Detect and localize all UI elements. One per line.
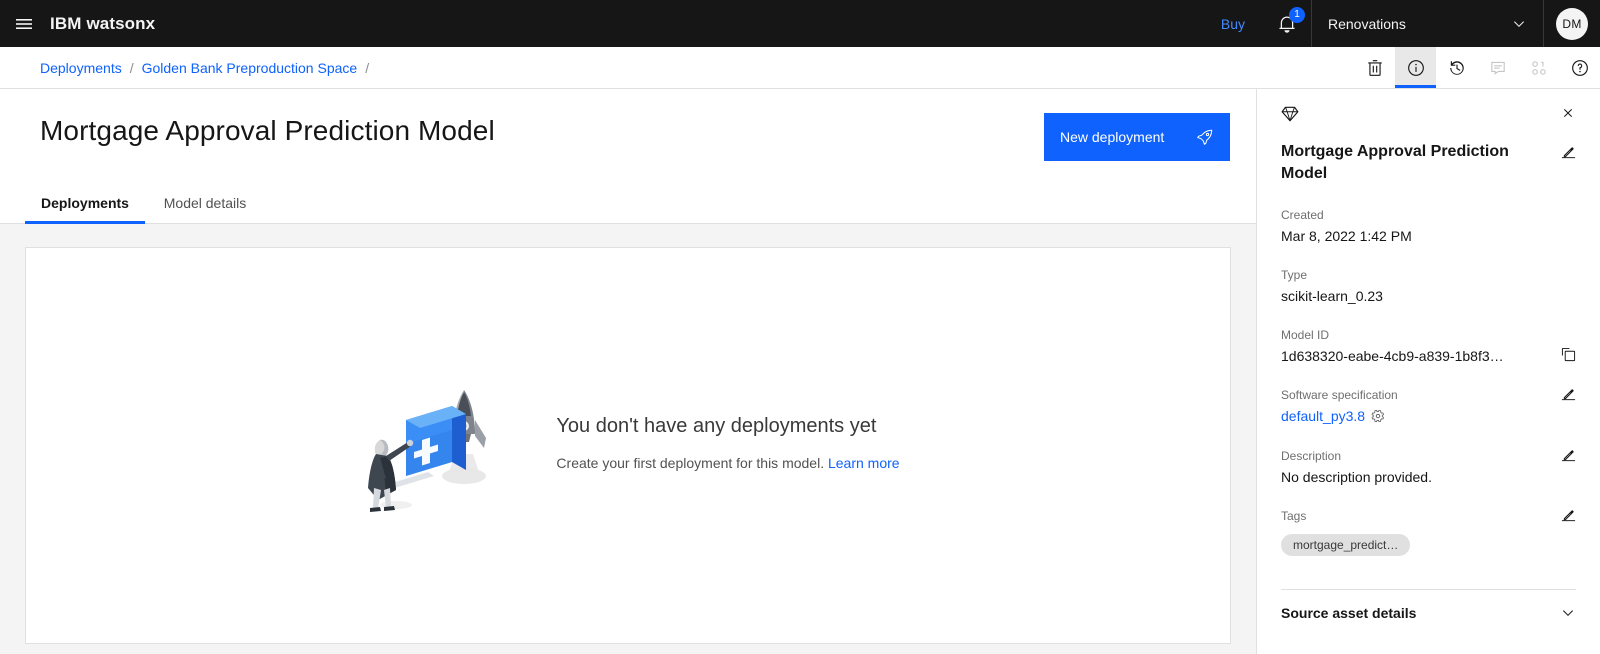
account-name-label: Renovations [1328, 15, 1406, 32]
account-switcher[interactable]: Renovations [1311, 0, 1544, 47]
gear-icon[interactable] [1371, 409, 1385, 423]
asset-toolbar [1256, 47, 1600, 89]
field-software-specification-value[interactable]: default_py3.8 [1281, 407, 1415, 425]
brand-product-label: watsonx [86, 13, 156, 33]
source-asset-details-accordion[interactable]: Source asset details [1281, 590, 1576, 636]
tab-model-details-label: Model details [163, 195, 247, 211]
global-header: IBM watsonx Buy 1 Renovations DM [0, 0, 1600, 47]
edit-pencil-icon[interactable] [1561, 508, 1576, 523]
field-model-id: Model ID 1d638320-eabe-4cb9-a839-1b8f3… [1281, 327, 1576, 365]
brand-logo[interactable]: IBM watsonx [48, 14, 155, 34]
edit-pencil-icon[interactable] [1561, 145, 1576, 160]
panel-header [1281, 105, 1576, 131]
field-type-label: Type [1281, 268, 1308, 282]
history-icon[interactable] [1436, 47, 1477, 88]
empty-state-card: You don't have any deployments yet Creat… [25, 247, 1231, 644]
software-specification-link-label: default_py3.8 [1281, 408, 1366, 424]
header-actions: Buy 1 Renovations DM [1203, 0, 1600, 47]
breadcrumb-item-space[interactable]: Golden Bank Preproduction Space [142, 60, 358, 76]
field-created-value: Mar 8, 2022 1:42 PM [1281, 228, 1412, 244]
tab-deployments[interactable]: Deployments [25, 182, 145, 224]
empty-state-text: You don't have any deployments yet Creat… [556, 412, 899, 473]
data-class-icon [1518, 47, 1559, 88]
copy-icon[interactable] [1561, 347, 1576, 362]
breadcrumb: Deployments / Golden Bank Preproduction … [40, 60, 377, 76]
comment-icon [1477, 47, 1518, 88]
deployments-content-area: You don't have any deployments yet Creat… [0, 224, 1256, 654]
empty-state-subtext-label: Create your first deployment for this mo… [556, 455, 825, 471]
field-software-specification-label: Software specification [1281, 388, 1398, 402]
source-asset-details-label: Source asset details [1281, 605, 1417, 621]
information-icon[interactable] [1395, 47, 1436, 88]
help-icon[interactable] [1559, 47, 1600, 88]
brand-ibm-label: IBM [50, 13, 82, 33]
tab-model-details[interactable]: Model details [145, 182, 265, 224]
breadcrumb-bar: Deployments / Golden Bank Preproduction … [0, 47, 1256, 89]
page-title: Mortgage Approval Prediction Model [40, 115, 495, 146]
field-type: Type scikit-learn_0.23 [1281, 267, 1576, 305]
tag-pill: mortgage_predict… [1281, 534, 1411, 556]
panel-asset-title: Mortgage Approval Prediction Model [1281, 141, 1576, 185]
field-software-specification: Software specification default_py3.8 [1281, 387, 1576, 426]
new-deployment-button[interactable]: New deployment [1044, 113, 1230, 161]
empty-state-subtext: Create your first deployment for this mo… [556, 453, 899, 473]
main-content: Mortgage Approval Prediction Model New d… [0, 89, 1256, 654]
field-description-label: Description [1281, 449, 1342, 463]
notifications-button[interactable]: 1 [1263, 0, 1311, 47]
edit-pencil-icon[interactable] [1561, 448, 1576, 463]
app-root: IBM watsonx Buy 1 Renovations DM Deploym… [0, 0, 1600, 654]
user-menu-button[interactable]: DM [1544, 0, 1600, 47]
chevron-down-icon [1511, 16, 1527, 32]
new-deployment-label: New deployment [1060, 129, 1165, 145]
breadcrumb-separator: / [129, 59, 134, 76]
field-tags-label: Tags [1281, 509, 1307, 523]
learn-more-link[interactable]: Learn more [828, 455, 900, 471]
field-created-label: Created [1281, 208, 1324, 222]
notification-count-badge: 1 [1289, 7, 1305, 23]
field-tags: Tags mortgage_predict… [1281, 508, 1576, 561]
title-row: Mortgage Approval Prediction Model New d… [0, 89, 1256, 176]
breadcrumb-item-deployments[interactable]: Deployments [40, 60, 122, 76]
edit-pencil-icon[interactable] [1561, 387, 1576, 402]
buy-link[interactable]: Buy [1203, 0, 1263, 47]
chevron-down-icon [1560, 605, 1576, 621]
deployment-empty-illustration [356, 368, 506, 518]
breadcrumb-separator-trailing: / [365, 59, 370, 76]
close-icon[interactable] [1560, 105, 1576, 121]
model-gem-icon [1281, 105, 1299, 123]
field-description: Description No description provided. [1281, 448, 1576, 486]
tab-list: Deployments Model details [0, 182, 1256, 224]
tab-deployments-label: Deployments [41, 195, 129, 211]
panel-asset-title-label: Mortgage Approval Prediction Model [1281, 143, 1509, 182]
asset-info-panel: Mortgage Approval Prediction Model Creat… [1256, 89, 1600, 654]
field-model-id-label: Model ID [1281, 328, 1330, 342]
field-created: Created Mar 8, 2022 1:42 PM [1281, 207, 1576, 245]
hamburger-menu-icon[interactable] [0, 0, 48, 47]
field-model-id-value: 1d638320-eabe-4cb9-a839-1b8f3… [1281, 348, 1504, 364]
rocket-icon [1196, 128, 1214, 146]
field-type-value: scikit-learn_0.23 [1281, 288, 1383, 304]
field-description-value: No description provided. [1281, 469, 1432, 485]
trash-icon[interactable] [1354, 47, 1395, 88]
empty-state-heading: You don't have any deployments yet [556, 415, 877, 437]
avatar: DM [1556, 7, 1588, 40]
